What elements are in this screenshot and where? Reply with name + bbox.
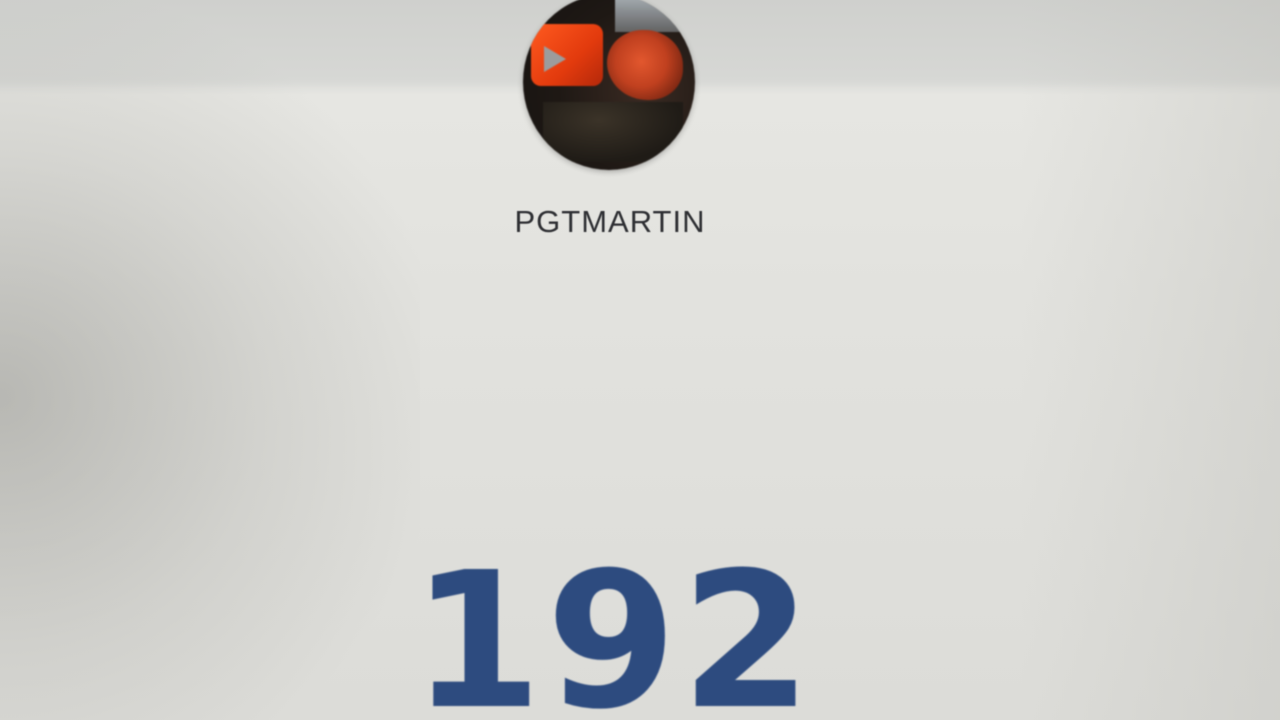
avatar-background: [615, 0, 695, 32]
profile-card: PGTMARTIN 192: [0, 0, 1280, 720]
play-icon: [544, 46, 566, 72]
avatar-shadow: [543, 102, 683, 162]
avatar-logo-block: [531, 24, 603, 86]
avatar-photo-subject: [607, 30, 683, 100]
channel-name[interactable]: PGTMARTIN: [0, 204, 1220, 240]
subscriber-count: 192: [411, 532, 816, 720]
avatar[interactable]: [523, 0, 695, 170]
